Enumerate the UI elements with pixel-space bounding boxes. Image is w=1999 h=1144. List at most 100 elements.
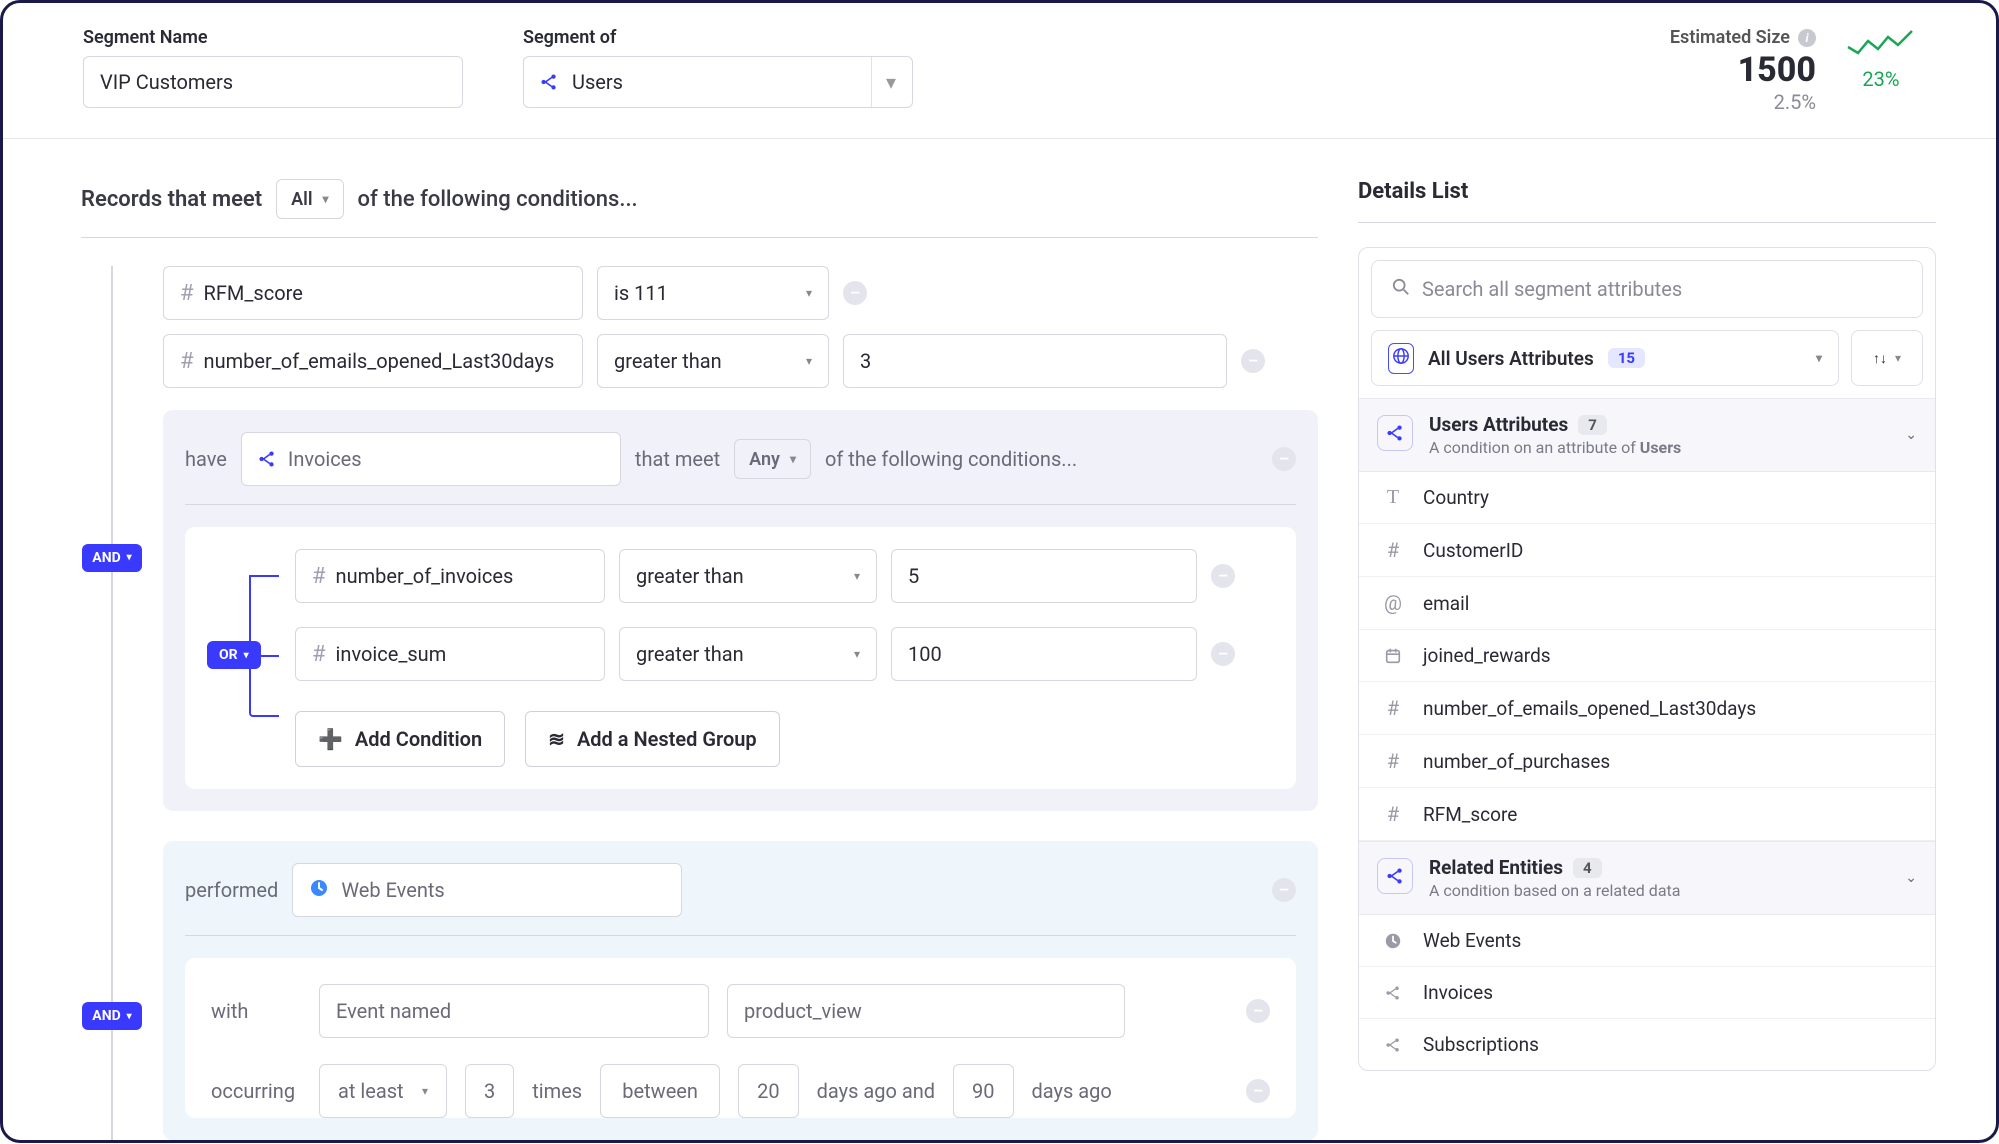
nested-group: have Invoices that meet Any▾ of the foll… [163, 410, 1318, 811]
hash-icon: # [1381, 802, 1405, 826]
globe-icon [1388, 343, 1414, 374]
chevron-down-icon: ▾ [422, 1084, 428, 1098]
section-subtitle: A condition on an attribute of Users [1429, 438, 1681, 457]
event-name-input[interactable]: product_view [727, 984, 1125, 1038]
operator-select[interactable]: is 111▾ [597, 266, 829, 320]
attribute-select[interactable]: #RFM_score [163, 266, 583, 320]
section-users-attributes[interactable]: Users Attributes 7 A condition on an att… [1359, 398, 1935, 472]
segment-name-label: Segment Name [83, 27, 463, 48]
section-title: Users Attributes [1429, 413, 1568, 436]
hash-icon: # [1381, 696, 1405, 720]
remove-condition-button[interactable] [843, 281, 867, 305]
value-input[interactable]: 100 [891, 627, 1197, 681]
between-select[interactable]: between [600, 1064, 720, 1118]
or-operator-pill[interactable]: OR▾ [207, 641, 261, 669]
clock-icon [309, 878, 329, 903]
related-item[interactable]: Web Events [1359, 915, 1935, 967]
segment-name-input[interactable]: VIP Customers [83, 56, 463, 108]
attribute-item[interactable]: joined_rewards [1359, 630, 1935, 682]
layers-icon: ≋ [548, 727, 565, 751]
chevron-down-icon: ▾ [790, 452, 796, 466]
times-label: times [532, 1079, 582, 1103]
and-operator-pill[interactable]: AND▾ [82, 1002, 141, 1030]
performed-label: performed [185, 878, 278, 902]
add-nested-group-button[interactable]: ≋Add a Nested Group [525, 711, 780, 767]
sort-button[interactable]: ↑↓ ▾ [1851, 330, 1923, 386]
attribute-select[interactable]: #number_of_invoices [295, 549, 605, 603]
operator-select[interactable]: greater than▾ [597, 334, 829, 388]
header: Segment Name VIP Customers Segment of Us… [3, 3, 1996, 139]
hash-icon: # [180, 281, 194, 306]
details-title: Details List [1358, 179, 1936, 204]
attribute-item[interactable]: #CustomerID [1359, 524, 1935, 577]
remove-condition-button[interactable] [1246, 1079, 1270, 1103]
remove-condition-button[interactable] [1211, 642, 1235, 666]
related-item[interactable]: Subscriptions [1359, 1019, 1935, 1070]
times-input[interactable]: 3 [465, 1064, 514, 1118]
sparkline: 23% [1846, 27, 1916, 91]
sort-icon: ↑↓ [1873, 350, 1887, 367]
operator-select[interactable]: greater than▾ [619, 627, 877, 681]
remove-condition-button[interactable] [1211, 564, 1235, 588]
to-days-input[interactable]: 90 [953, 1064, 1013, 1118]
event-named-select[interactable]: Event named [319, 984, 709, 1038]
chevron-down-icon: ▾ [854, 569, 860, 583]
remove-condition-button[interactable] [1241, 349, 1265, 373]
remove-group-button[interactable] [1272, 878, 1296, 902]
search-input[interactable]: Search all segment attributes [1371, 260, 1923, 318]
remove-group-button[interactable] [1272, 447, 1296, 471]
attribute-item[interactable]: #number_of_emails_opened_Last30days [1359, 682, 1935, 735]
attribute-item[interactable]: #number_of_purchases [1359, 735, 1935, 788]
hash-icon: # [1381, 749, 1405, 773]
hash-icon: # [312, 642, 326, 667]
attributes-filter-select[interactable]: All Users Attributes 15 ▾ [1371, 330, 1839, 386]
count-badge: 7 [1578, 415, 1607, 435]
that-meet-label: that meet [635, 447, 720, 471]
frequency-select[interactable]: at least▾ [319, 1064, 447, 1118]
info-icon[interactable]: i [1798, 29, 1816, 47]
group-suffix: of the following conditions... [825, 447, 1077, 471]
event-source-select[interactable]: Web Events [292, 863, 682, 917]
attribute-select[interactable]: #invoice_sum [295, 627, 605, 681]
event-group: performed Web Events [163, 841, 1318, 1140]
entity-icon [258, 450, 276, 468]
estimated-pct: 2.5% [1670, 90, 1816, 114]
chevron-down-icon: ▾ [871, 57, 896, 107]
attribute-item[interactable]: TCountry [1359, 472, 1935, 524]
attribute-item[interactable]: #RFM_score [1359, 788, 1935, 841]
growth-pct: 23% [1846, 67, 1916, 91]
segment-of-select[interactable]: Users ▾ [523, 56, 913, 108]
clock-icon [1381, 932, 1405, 950]
from-days-input[interactable]: 20 [738, 1064, 798, 1118]
remove-condition-button[interactable] [1246, 999, 1270, 1023]
attribute-item[interactable]: @email [1359, 577, 1935, 630]
count-badge: 4 [1573, 858, 1602, 878]
add-condition-button[interactable]: ➕Add Condition [295, 711, 505, 767]
value-input[interactable]: 3 [843, 334, 1227, 388]
condition-row: #RFM_score is 111▾ [163, 266, 1318, 320]
operator-select[interactable]: greater than▾ [619, 549, 877, 603]
with-label: with [211, 999, 301, 1023]
records-prefix: Records that meet [81, 187, 262, 212]
chevron-down-icon: ⌄ [1905, 870, 1917, 886]
group-match-select[interactable]: Any▾ [734, 439, 811, 479]
chevron-down-icon: ▾ [806, 286, 812, 300]
details-sidebar: Details List Search all segment attribut… [1358, 179, 1936, 1140]
count-badge: 15 [1608, 348, 1645, 368]
match-mode-select[interactable]: All▾ [276, 179, 343, 219]
section-related-entities[interactable]: Related Entities 4 A condition based on … [1359, 841, 1935, 915]
estimated-count: 1500 [1670, 50, 1816, 90]
attribute-select[interactable]: #number_of_emails_opened_Last30days [163, 334, 583, 388]
condition-row: #number_of_emails_opened_Last30days grea… [163, 334, 1318, 388]
and-operator-pill[interactable]: AND▾ [82, 544, 141, 572]
entity-select[interactable]: Invoices [241, 432, 621, 486]
chevron-down-icon: ▾ [323, 192, 329, 206]
entity-icon [1381, 1037, 1405, 1053]
days-ago-label: days ago [1032, 1079, 1112, 1103]
segment-of-label: Segment of [523, 27, 913, 48]
value-input[interactable]: 5 [891, 549, 1197, 603]
related-item[interactable]: Invoices [1359, 967, 1935, 1019]
plus-circle-icon: ➕ [318, 727, 343, 751]
entity-icon [1381, 985, 1405, 1001]
days-ago-and-label: days ago and [817, 1079, 935, 1103]
